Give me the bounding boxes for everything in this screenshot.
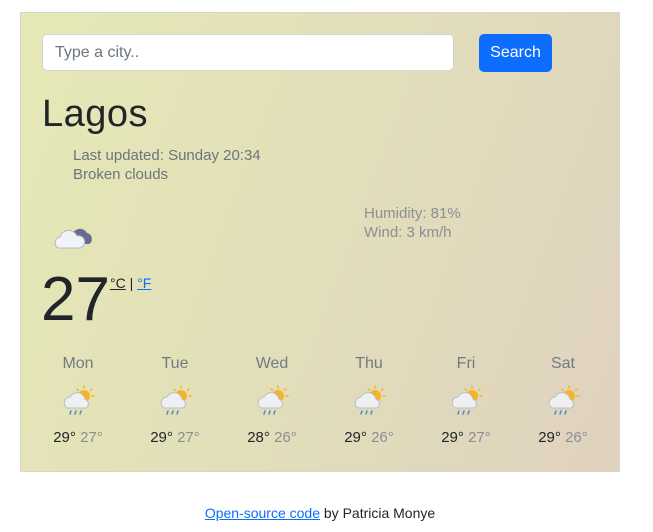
rain-sun-cloud-icon	[350, 385, 388, 417]
rain-sun-cloud-icon	[156, 385, 194, 417]
forecast-day: Thu 29° 26°	[321, 353, 417, 446]
rain-sun-cloud-icon	[59, 385, 97, 417]
forecast-temps: 29° 26°	[321, 429, 417, 446]
footer-author: by Patricia Monye	[323, 505, 436, 521]
forecast-day-name: Wed	[255, 355, 289, 372]
unit-separator: |	[129, 275, 134, 291]
celsius-link[interactable]: °C	[110, 275, 126, 291]
forecast-min: 27°	[177, 429, 200, 446]
rain-sun-cloud-icon	[544, 385, 582, 417]
broken-clouds-night-icon	[54, 228, 92, 249]
fahrenheit-link[interactable]: °F	[137, 275, 151, 291]
forecast-min: 27°	[468, 429, 491, 446]
forecast-temps: 29° 27°	[418, 429, 514, 446]
unit-toggle: °C | °F	[110, 275, 151, 291]
rain-sun-cloud-icon	[253, 385, 291, 417]
footer: Open-source code by Patricia Monye	[0, 505, 640, 521]
forecast-max: 29°	[150, 429, 173, 446]
forecast-day-name: Mon	[62, 355, 94, 372]
forecast-day-name: Tue	[161, 355, 189, 372]
weather-meta: Last updated: Sunday 20:34 Broken clouds	[73, 146, 261, 184]
search-input[interactable]	[42, 34, 454, 71]
forecast-min: 26°	[565, 429, 588, 446]
forecast-max: 29°	[441, 429, 464, 446]
rain-sun-cloud-icon	[447, 385, 485, 417]
weather-card: Search Lagos Last updated: Sunday 20:34 …	[20, 12, 620, 472]
current-temperature: 27	[41, 265, 110, 334]
forecast-day: Mon 29° 27°	[30, 353, 126, 446]
forecast-day: Sat 29° 26°	[515, 353, 611, 446]
forecast-temps: 29° 26°	[515, 429, 611, 446]
forecast-min: 26°	[371, 429, 394, 446]
forecast-max: 29°	[344, 429, 367, 446]
forecast-day-name: Sat	[550, 355, 575, 372]
forecast-max: 29°	[538, 429, 561, 446]
open-source-link[interactable]: Open-source code	[205, 505, 320, 521]
forecast-day: Fri 29° 27°	[418, 353, 514, 446]
forecast: Mon 29° 27° Tue 29° 27° Wed 28° 26° Thu …	[30, 353, 610, 463]
weather-details: Humidity: 81% Wind: 3 km/h	[364, 204, 461, 242]
humidity: Humidity: 81%	[364, 205, 461, 222]
wind: Wind: 3 km/h	[364, 224, 452, 241]
search-button[interactable]: Search	[479, 34, 552, 72]
forecast-max: 28°	[247, 429, 270, 446]
forecast-day: Wed 28° 26°	[224, 353, 320, 446]
forecast-min: 26°	[274, 429, 297, 446]
forecast-min: 27°	[80, 429, 103, 446]
forecast-day: Tue 29° 27°	[127, 353, 223, 446]
forecast-day-name: Thu	[355, 355, 383, 372]
city-name: Lagos	[42, 93, 149, 135]
forecast-temps: 28° 26°	[224, 429, 320, 446]
forecast-temps: 29° 27°	[30, 429, 126, 446]
forecast-max: 29°	[53, 429, 76, 446]
weather-description: Broken clouds	[73, 166, 169, 183]
forecast-day-name: Fri	[456, 355, 476, 372]
forecast-temps: 29° 27°	[127, 429, 223, 446]
last-updated: Last updated: Sunday 20:34	[73, 147, 261, 164]
